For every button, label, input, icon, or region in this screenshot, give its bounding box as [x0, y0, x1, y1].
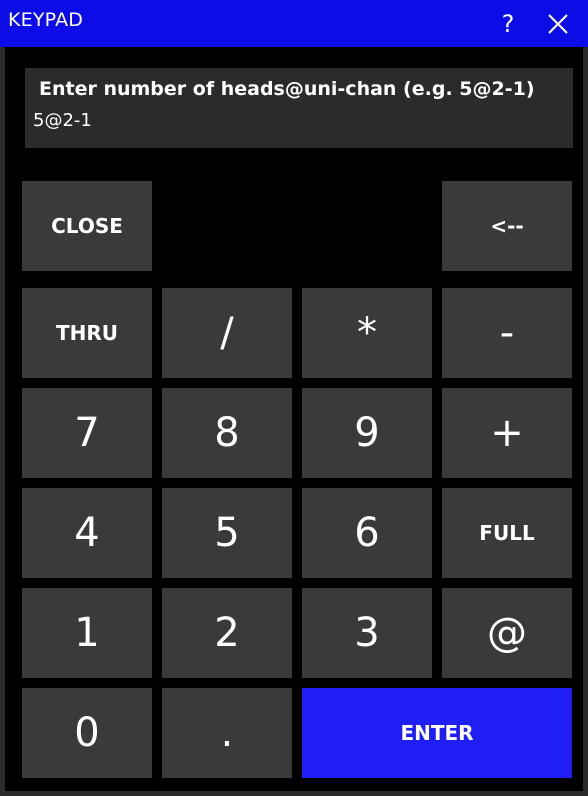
backspace-button[interactable]: <--	[442, 181, 572, 271]
digit-1-button[interactable]: 1	[22, 588, 152, 678]
digit-8-button[interactable]: 8	[162, 388, 292, 478]
entry-input[interactable]	[33, 106, 553, 134]
slash-button[interactable]: /	[162, 288, 292, 378]
window-title: KEYPAD	[8, 9, 84, 31]
plus-button[interactable]: +	[442, 388, 572, 478]
minus-button[interactable]: -	[442, 288, 572, 378]
entry-prompt: Enter number of heads@uni-chan (e.g. 5@2…	[39, 78, 535, 100]
entry-panel: Enter number of heads@uni-chan (e.g. 5@2…	[25, 68, 573, 148]
digit-4-button[interactable]: 4	[22, 488, 152, 578]
enter-button[interactable]: ENTER	[302, 688, 572, 778]
decimal-point-button[interactable]: .	[162, 688, 292, 778]
thru-button[interactable]: THRU	[22, 288, 152, 378]
digit-9-button[interactable]: 9	[302, 388, 432, 478]
close-icon[interactable]	[546, 12, 570, 36]
digit-0-button[interactable]: 0	[22, 688, 152, 778]
at-button[interactable]: @	[442, 588, 572, 678]
digit-5-button[interactable]: 5	[162, 488, 292, 578]
digit-7-button[interactable]: 7	[22, 388, 152, 478]
full-button[interactable]: FULL	[442, 488, 572, 578]
close-button[interactable]: CLOSE	[22, 181, 152, 271]
digit-6-button[interactable]: 6	[302, 488, 432, 578]
digit-3-button[interactable]: 3	[302, 588, 432, 678]
digit-2-button[interactable]: 2	[162, 588, 292, 678]
multiply-button[interactable]: *	[302, 288, 432, 378]
title-bar: KEYPAD ?	[0, 0, 588, 47]
help-button[interactable]: ?	[494, 8, 522, 40]
keypad-window: KEYPAD ? Enter number of heads@uni-chan …	[0, 0, 588, 796]
